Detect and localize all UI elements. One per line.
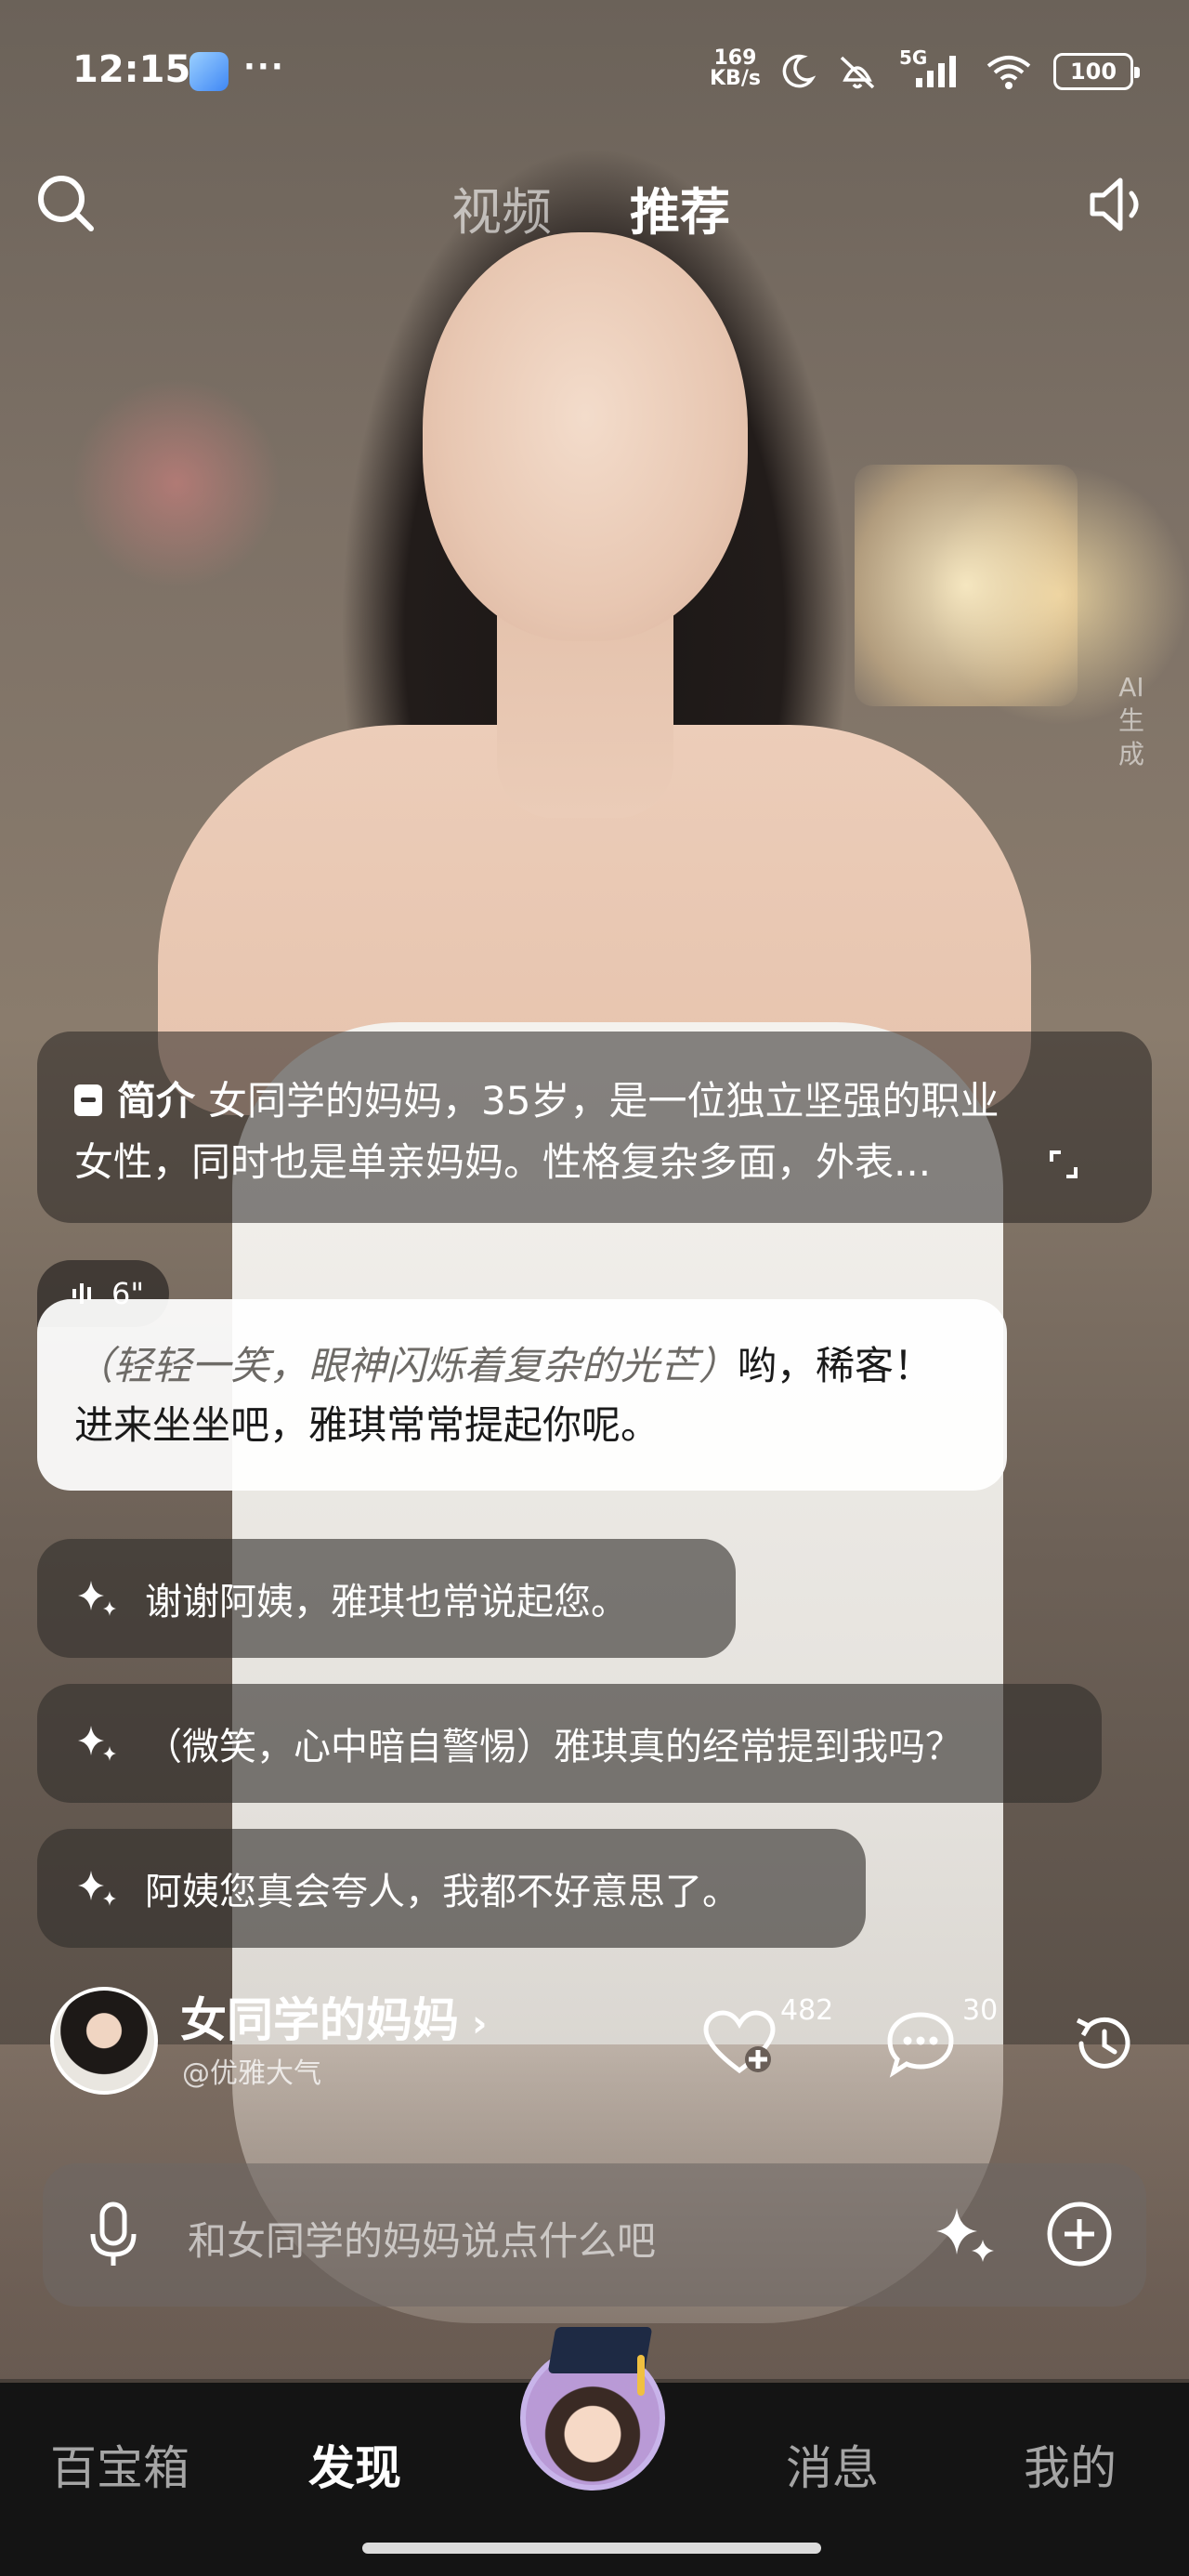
character-handle: @优雅大气 (182, 2057, 321, 2090)
status-overflow: ··· (243, 48, 285, 85)
net-speed: 169 KB/s (710, 48, 761, 89)
search-icon[interactable] (35, 173, 97, 234)
character-message-bubble: （轻轻一笑，眼神闪烁着复杂的光芒）哟，稀客！ 进来坐坐吧，雅琪常常提起你呢。 (37, 1299, 1007, 1491)
sparkle-icon[interactable] (931, 2201, 1001, 2271)
top-nav: 视频 推荐 (0, 158, 1189, 251)
message-action: （轻轻一笑，眼神闪烁着复杂的光芒） (74, 1343, 738, 1388)
like-count: 482 (780, 1994, 834, 2027)
nav-toolbox[interactable]: 百宝箱 (50, 2431, 189, 2498)
chat-input-bar[interactable]: 和女同学的妈妈说点什么吧 (43, 2163, 1146, 2307)
sparkle-icon (78, 1726, 116, 1761)
face (423, 232, 748, 641)
status-bar: 12:15 ··· 169 KB/s 5G 100 (0, 0, 1189, 139)
nav-discover[interactable]: 发现 (308, 2431, 401, 2498)
history-icon[interactable] (1068, 2009, 1141, 2078)
sparkle-icon (78, 1581, 116, 1616)
comment-count: 30 (962, 1994, 999, 2027)
character-name: 女同学的妈妈 (180, 1993, 459, 2047)
tab-video[interactable]: 视频 (451, 171, 552, 244)
intro-label: 简介 (117, 1078, 196, 1124)
comment-icon (887, 2012, 954, 2078)
character-name-link[interactable]: 女同学的妈妈 › (180, 1983, 487, 2050)
intro-line-1: 简介 女同学的妈妈，35岁，是一位独立坚强的职业 (74, 1071, 1115, 1132)
intro-text-2: 女性，同时也是单亲妈妈。性格复杂多面，外表... (74, 1139, 932, 1185)
sparkle-icon (78, 1871, 116, 1906)
create-character-button[interactable] (520, 2327, 665, 2491)
suggestion-1[interactable]: 谢谢阿姨，雅琪也常说起您。 (37, 1539, 736, 1658)
wifi-icon (986, 56, 1031, 89)
chat-input-placeholder: 和女同学的妈妈说点什么吧 (188, 2218, 657, 2264)
chevron-right-icon: › (472, 2003, 488, 2045)
heart-plus-icon (703, 2010, 776, 2074)
status-icons: 5G 100 (778, 46, 1140, 93)
speaker-icon[interactable] (1087, 173, 1154, 236)
document-icon (74, 1084, 102, 1116)
like-button[interactable]: 482 (702, 1994, 833, 2082)
feed-tabs: 视频 推荐 (451, 171, 730, 244)
muted-vibrate-icon (840, 56, 875, 89)
app-notification-icon (189, 52, 229, 91)
suggestion-3[interactable]: 阿姨您真会夸人，我都不好意思了。 (37, 1829, 866, 1948)
moon-icon (782, 54, 816, 88)
comment-button[interactable]: 30 (884, 1994, 998, 2082)
net-speed-value: 169 (713, 46, 757, 70)
message-text-1: 哟，稀客！ (738, 1343, 934, 1388)
battery-level: 100 (1069, 59, 1117, 85)
suggestion-text: （微笑，心中暗自警惕）雅琪真的经常提到我吗？ (145, 1726, 962, 1768)
battery-indicator: 100 (1053, 53, 1140, 90)
message-text-2: 进来坐坐吧，雅琪常常提起你呢。 (74, 1402, 660, 1448)
avatar[interactable] (50, 1987, 158, 2095)
add-icon[interactable] (1044, 2199, 1115, 2269)
ai-generated-mark: AI生成 (1117, 672, 1144, 769)
suggestion-2[interactable]: （微笑，心中暗自警惕）雅琪真的经常提到我吗？ (37, 1684, 1102, 1803)
intro-text-1: 女同学的妈妈，35岁，是一位独立坚强的职业 (208, 1078, 1000, 1124)
cellular-signal-icon: 5G (899, 46, 964, 91)
microphone-icon[interactable] (84, 2199, 143, 2273)
home-indicator[interactable] (362, 2543, 821, 2554)
expand-icon[interactable] (1048, 1149, 1079, 1180)
cap-tassel (637, 2355, 645, 2396)
character-info-row: 女同学的妈妈 › @优雅大气 482 30 (0, 1983, 1189, 2104)
nav-messages[interactable]: 消息 (786, 2431, 879, 2498)
character-intro-card[interactable]: 简介 女同学的妈妈，35岁，是一位独立坚强的职业 女性，同时也是单亲妈妈。性格复杂… (37, 1032, 1152, 1223)
nav-profile[interactable]: 我的 (1024, 2431, 1117, 2498)
message-line-1: （轻轻一笑，眼神闪烁着复杂的光芒）哟，稀客！ (74, 1336, 970, 1396)
net-speed-unit: KB/s (710, 67, 761, 90)
status-time: 12:15 (72, 48, 191, 91)
suggestion-text: 谢谢阿姨，雅琪也常说起您。 (145, 1581, 628, 1623)
tab-recommend[interactable]: 推荐 (630, 171, 730, 244)
suggestion-text: 阿姨您真会夸人，我都不好意思了。 (145, 1871, 739, 1913)
